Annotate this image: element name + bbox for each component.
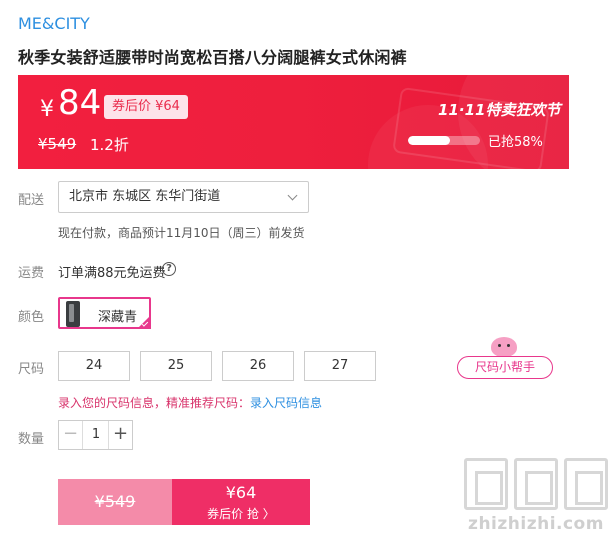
festival-title: 11·11特卖狂欢节 xyxy=(438,101,561,119)
enter-size-link[interactable]: 录入尺码信息 xyxy=(250,396,322,410)
buy-price: ¥64 xyxy=(225,483,257,502)
decrease-button[interactable]: − xyxy=(59,421,83,449)
size-tip: 录入您的尺码信息，精准推荐尺码：录入尺码信息 xyxy=(58,394,322,411)
size-tip-text: 录入您的尺码信息，精准推荐尺码： xyxy=(58,396,251,410)
quantity-label: 数量 xyxy=(18,432,45,447)
color-option-label: 深藏青 xyxy=(98,310,138,325)
question-circle-icon[interactable]: ? xyxy=(162,262,176,276)
buy-action-label: 券后价 抢 〉 xyxy=(207,507,275,521)
delivery-label: 配送 xyxy=(18,193,45,208)
coupon-buy-button[interactable]: ¥64 券后价 抢 〉 xyxy=(172,479,310,525)
brand-name[interactable]: ME&CITY xyxy=(18,14,90,33)
shipping-estimate: 现在付款，商品预计11月10日（周三）前发货 xyxy=(58,226,305,240)
watermark-logo-glyph xyxy=(564,458,608,510)
color-option-selected[interactable]: 深藏青 xyxy=(58,297,151,329)
size-option[interactable]: 27 xyxy=(304,351,376,381)
color-label: 颜色 xyxy=(18,310,45,325)
original-price: ¥549 xyxy=(38,135,77,153)
watermark-text: zhizhizhi.com xyxy=(468,514,604,534)
size-option[interactable]: 24 xyxy=(58,351,130,381)
size-helper-button[interactable]: 尺码小帮手 xyxy=(457,337,553,381)
current-price: 84 xyxy=(58,83,102,123)
sold-progress-fill xyxy=(408,136,450,145)
address-value: 北京市 东城区 东华门街道 xyxy=(69,189,221,204)
product-title: 秋季女装舒适腰带时尚宽松百搭八分阔腿裤女式休闲裤 xyxy=(18,48,407,67)
quantity-stepper: − 1 + xyxy=(58,420,133,450)
discount-rate: 1.2折 xyxy=(90,136,129,154)
coupon-price-badge: 券后价 ¥64 xyxy=(104,95,188,119)
size-option[interactable]: 26 xyxy=(222,351,294,381)
size-option[interactable]: 25 xyxy=(140,351,212,381)
watermark-logo-glyph xyxy=(464,458,508,510)
size-helper-label: 尺码小帮手 xyxy=(457,356,553,379)
original-price-button[interactable]: ¥549 xyxy=(58,479,172,525)
price-currency: ¥ xyxy=(40,97,54,122)
chevron-down-icon xyxy=(287,190,298,201)
mascot-icon xyxy=(491,337,517,357)
address-select[interactable]: 北京市 东城区 东华门街道 xyxy=(58,181,309,213)
freight-label: 运费 xyxy=(18,266,45,281)
increase-button[interactable]: + xyxy=(108,421,132,449)
freight-text: 订单满88元免运费 xyxy=(58,266,166,281)
size-label: 尺码 xyxy=(18,362,45,377)
site-watermark: zhizhizhi.com xyxy=(462,458,610,542)
sold-progress-bar xyxy=(408,136,480,145)
sold-percent: 已抢58% xyxy=(488,135,543,150)
price-banner: ¥ 84 券后价 ¥64 ¥549 1.2折 11·11特卖狂欢节 已抢58% xyxy=(18,75,569,169)
quantity-input[interactable]: 1 xyxy=(83,421,109,449)
color-thumbnail xyxy=(66,301,80,327)
watermark-logo-glyph xyxy=(514,458,558,510)
